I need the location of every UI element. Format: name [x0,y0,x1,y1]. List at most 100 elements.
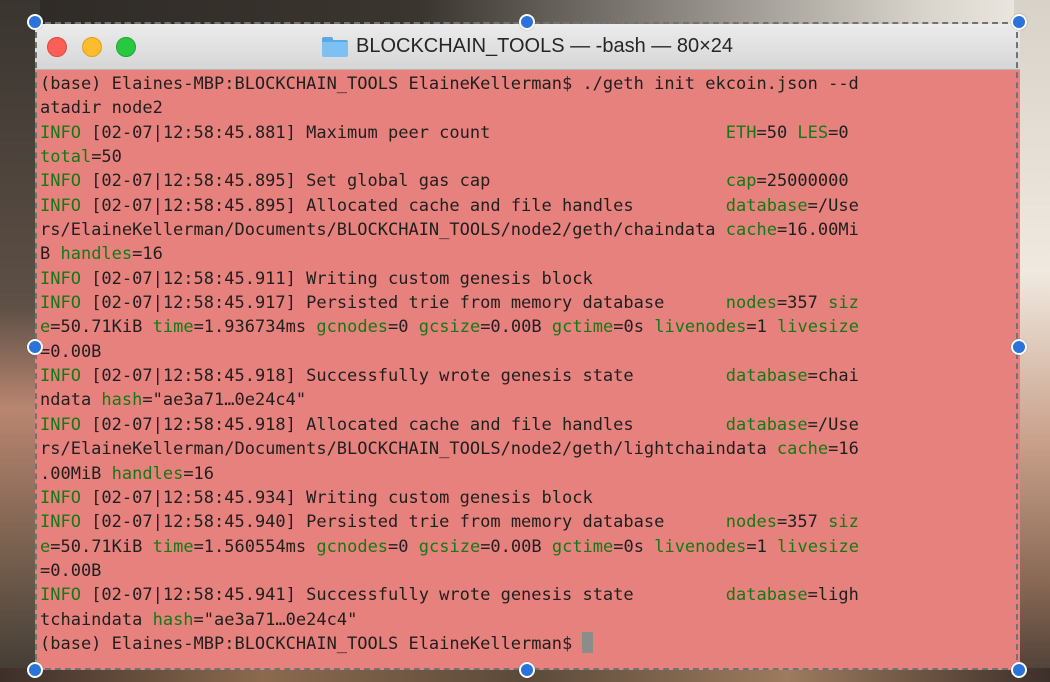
selection-handle-top-right[interactable] [1011,14,1027,30]
terminal-line: INFO [02-07|12:58:45.934] Writing custom… [40,486,1020,510]
terminal-key-token: database [725,366,808,387]
terminal-text-token: =0 [388,536,419,557]
terminal-line: rs/ElaineKellerman/Documents/BLOCKCHAIN_… [40,218,1020,242]
terminal-text-token: [02-07|12:58:45.895] Set global gas cap [80,171,726,192]
terminal-text-token: [02-07|12:58:45.918] Allocated cache and… [80,414,726,435]
selection-handle-top-left[interactable] [27,14,43,30]
terminal-text-token: =16 [828,439,859,460]
terminal-text-token: =357 [776,512,829,533]
terminal-line: e=50.71KiB time=1.560554ms gcnodes=0 gcs… [40,535,1020,559]
terminal-text-token: [02-07|12:58:45.941] Successfully wrote … [80,585,726,606]
terminal-text-token: =50.71KiB [50,536,153,557]
terminal-line: .00MiB handles=16 [40,462,1020,486]
terminal-text-token: =0.00B [480,536,552,557]
terminal-key-token: INFO [40,487,81,508]
terminal-key-token: gctime [551,536,614,557]
terminal-line: tchaindata hash="ae3a71…0e24c4" [40,608,1020,632]
terminal-text-token: =/Use [807,414,859,435]
terminal-text-token: =0 [388,317,419,338]
terminal-text-token: =chai [807,366,859,387]
terminal-line: INFO [02-07|12:58:45.918] Allocated cach… [40,413,1020,437]
terminal-text-token: rs/ElaineKellerman/Documents/BLOCKCHAIN_… [40,439,777,460]
terminal-text-token: =25000000 [756,171,849,192]
terminal-text-token: =0s [613,317,655,338]
selection-handle-top-center[interactable] [519,14,535,30]
selection-handle-bottom-center[interactable] [519,662,535,678]
terminal-line: (base) Elaines-MBP:BLOCKCHAIN_TOOLS Elai… [40,631,1020,656]
terminal-text-token: =16 [183,463,215,484]
terminal-key-token: nodes [725,293,777,314]
terminal-line: rs/ElaineKellerman/Documents/BLOCKCHAIN_… [40,437,1020,461]
terminal-key-token: INFO [40,414,81,435]
terminal-key-token: database [725,585,808,606]
terminal-line: total=50 [40,145,1020,169]
terminal-text-token: =1 [746,317,778,338]
terminal-window[interactable]: BLOCKCHAIN_TOOLS — -bash — 80×24 (base) … [35,24,1020,670]
terminal-key-token: gcnodes [316,317,389,338]
terminal-line: INFO [02-07|12:58:45.881] Maximum peer c… [40,121,1020,145]
terminal-text-token: (base) Elaines-MBP:BLOCKCHAIN_TOOLS Elai… [40,74,859,94]
terminal-text-token: tchaindata [40,609,153,630]
terminal-key-token: cache [725,220,777,241]
terminal-text-token: =357 [776,293,829,314]
selection-handle-middle-left[interactable] [27,339,43,355]
terminal-text-token: ="ae3a71…0e24c4" [142,390,307,411]
terminal-text-token: =/Use [807,195,859,216]
terminal-key-token: handles [111,463,184,484]
terminal-key-token: INFO [40,195,81,216]
terminal-line: INFO [02-07|12:58:45.941] Successfully w… [40,583,1020,607]
selection-handle-middle-right[interactable] [1011,339,1027,355]
terminal-line: =0.00B [40,340,1020,364]
window-title: BLOCKCHAIN_TOOLS — -bash — 80×24 [35,24,1020,69]
terminal-key-token: database [725,195,808,216]
terminal-text-token: =50 [91,147,122,168]
terminal-key-token: INFO [40,171,81,192]
terminal-key-token: INFO [40,585,81,606]
terminal-text-token: =50.71KiB [50,317,153,338]
terminal-key-token: gcsize [418,317,481,338]
terminal-line: INFO [02-07|12:58:45.917] Persisted trie… [40,291,1020,315]
terminal-text-token: [02-07|12:58:45.934] Writing custom gene… [80,487,593,508]
terminal-text-token: =0.00B [480,317,552,338]
selection-handle-bottom-left[interactable] [27,662,43,678]
terminal-key-token: time [152,536,194,557]
terminal-text-token: [02-07|12:58:45.918] Successfully wrote … [80,366,726,387]
terminal-text-token: (base) Elaines-MBP:BLOCKCHAIN_TOOLS Elai… [40,633,583,654]
terminal-key-token: time [152,317,194,338]
terminal-key-token: INFO [40,122,81,143]
terminal-key-token: e [40,536,51,557]
terminal-text-token: =16 [132,244,163,265]
terminal-text-token: =1.936734ms [193,317,317,338]
terminal-text-token: [02-07|12:58:45.895] Allocated cache and… [80,195,726,216]
terminal-key-token: livenodes [654,536,747,557]
terminal-text-token: =1 [746,536,778,557]
terminal-text-token: [02-07|12:58:45.940] Persisted trie from… [80,512,726,533]
terminal-text-token: [02-07|12:58:45.881] Maximum peer count [80,122,726,143]
folder-icon [321,36,348,57]
terminal-key-token: gcsize [418,536,481,557]
terminal-output[interactable]: (base) Elaines-MBP:BLOCKCHAIN_TOOLS Elai… [40,72,1020,670]
terminal-key-token: livenodes [654,317,747,338]
terminal-line: INFO [02-07|12:58:45.918] Successfully w… [40,364,1020,388]
terminal-key-token: livesize [777,317,859,338]
terminal-line: =0.00B [40,559,1020,583]
window-title-text: BLOCKCHAIN_TOOLS — -bash — 80×24 [355,35,733,57]
terminal-text-token: =1.560554ms [193,536,317,557]
terminal-line: ndata hash="ae3a71…0e24c4" [40,388,1020,412]
selection-handle-bottom-right[interactable] [1011,662,1027,678]
terminal-text-token: atadir node2 [40,98,163,119]
terminal-key-token: livesize [777,536,859,557]
terminal-line: INFO [02-07|12:58:45.940] Persisted trie… [40,510,1020,534]
terminal-key-token: handles [60,244,133,265]
terminal-text-token: B [40,244,61,265]
terminal-text-token: ndata [40,390,102,411]
terminal-key-token: hash [152,609,194,630]
terminal-text-token: .00MiB [40,463,112,484]
terminal-text-token: =16.00Mi [776,220,859,241]
terminal-text-token: [02-07|12:58:45.911] Writing custom gene… [80,268,593,289]
terminal-line: (base) Elaines-MBP:BLOCKCHAIN_TOOLS Elai… [40,72,1020,96]
terminal-text-token: =ligh [807,585,859,606]
terminal-text-token: =0.00B [40,560,102,581]
terminal-text-token: rs/ElaineKellerman/Documents/BLOCKCHAIN_… [40,220,726,241]
title-bar[interactable]: BLOCKCHAIN_TOOLS — -bash — 80×24 [35,24,1020,70]
